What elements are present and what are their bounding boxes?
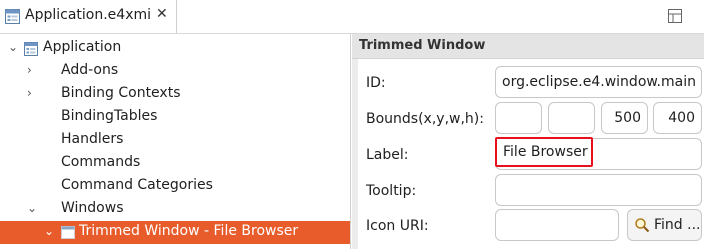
tree-item-windows[interactable]: ⌄ Windows [0,198,350,221]
window-icon [61,226,75,239]
tree-item-bindingtables[interactable]: BindingTables [0,106,350,129]
e4xmi-file-icon [5,9,20,24]
tree-item-binding-contexts[interactable]: › Binding Contexts [0,83,350,106]
tree-item-add-ons[interactable]: › Add-ons [0,60,350,83]
close-icon[interactable]: ✕ [156,6,168,22]
chevron-down-icon[interactable]: ⌄ [8,40,20,54]
editor-tab-bar: Application.e4xmi ✕ [0,0,704,34]
tree-item-trimmed-window[interactable]: ⌄ Trimmed Window - File Browser [0,221,350,244]
label-label: Label: [366,147,409,163]
tree-item-label: Binding Contexts [61,85,181,101]
sash[interactable] [352,59,358,249]
detail-editor: Trimmed Window ID: org.eclipse.e4.window… [352,34,704,249]
section-title: Trimmed Window [359,38,486,53]
model-tree[interactable]: ⌄ Application › Add-ons › Binding Contex… [0,34,351,249]
id-field[interactable]: org.eclipse.e4.window.main [495,66,702,98]
chevron-down-icon[interactable]: ⌄ [27,201,39,215]
tree-item-label: Commands [61,154,141,170]
tooltip-field[interactable] [495,174,702,206]
bounds-w-field[interactable]: 500 [601,102,648,134]
tab-label: Application.e4xmi [25,7,152,23]
find-button-label: Find ... [654,217,701,233]
tree-item-command-categories[interactable]: Command Categories [0,175,350,198]
tab-application-e4xmi[interactable]: Application.e4xmi ✕ [0,0,177,33]
label-field-highlight: File Browser [495,137,593,167]
chevron-right-icon[interactable]: › [27,86,39,100]
application-icon [24,42,38,56]
tree-item-label: Application [43,39,122,55]
find-button[interactable]: Find ... [627,209,702,241]
tree-item-label: Trimmed Window - File Browser [79,223,299,239]
chevron-down-icon[interactable]: ⌄ [44,224,56,238]
view-menu-icon[interactable] [668,9,682,23]
bounds-label: Bounds(x,y,w,h): [366,111,484,127]
search-icon [635,218,650,233]
tree-item-label: BindingTables [61,108,158,124]
tree-item-handlers[interactable]: Handlers [0,129,350,152]
bounds-h-field[interactable]: 400 [653,102,702,134]
tree-item-label: Command Categories [61,177,213,193]
bounds-y-field[interactable] [548,102,595,134]
tree-item-label: Windows [61,200,124,216]
tree-item-commands[interactable]: Commands [0,152,350,175]
tree-item-application[interactable]: ⌄ Application [0,37,350,60]
bounds-x-field[interactable] [495,102,542,134]
id-label: ID: [366,75,386,91]
icon-uri-field[interactable] [495,209,619,241]
tree-item-label: Add-ons [61,62,119,78]
tree-item-label: Handlers [61,131,124,147]
tooltip-label: Tooltip: [366,183,417,199]
icon-uri-label: Icon URI: [366,218,429,234]
section-header: Trimmed Window [352,34,704,59]
chevron-right-icon[interactable]: › [27,63,39,77]
